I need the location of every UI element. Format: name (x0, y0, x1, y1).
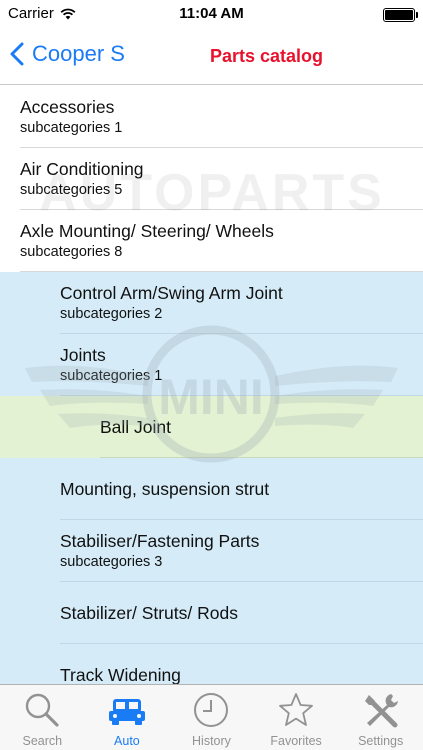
tab-search[interactable]: Search (0, 685, 85, 750)
tools-icon (364, 694, 398, 728)
clock-icon (194, 693, 229, 727)
status-bar: Carrier 11:04 AM (0, 0, 423, 28)
list-item-title: Stabilizer/ Struts/ Rods (60, 603, 238, 623)
tab-settings[interactable]: Settings (338, 685, 423, 750)
list-item[interactable]: Ball Joint (0, 396, 423, 458)
tab-auto-label: Auto (114, 734, 140, 748)
tab-favorites-label: Favorites (270, 734, 322, 748)
list-item-title: Control Arm/Swing Arm Joint (60, 283, 283, 303)
list-item[interactable]: Stabilizer/ Struts/ Rods (0, 582, 423, 644)
tab-history[interactable]: History (169, 685, 254, 750)
list-item-subtitle: subcategories 3 (60, 554, 163, 570)
tab-bar: Search Auto History Favorites Settings (0, 684, 423, 750)
list-item-title: Air Conditioning (20, 159, 144, 179)
category-list[interactable]: Accessories subcategories 1 Air Conditioni… (0, 86, 423, 684)
list-item-subtitle: subcategories 1 (60, 368, 163, 384)
chevron-left-icon (10, 42, 24, 66)
navigation-bar: Cooper S Parts catalog (0, 28, 423, 85)
list-item-subtitle: subcategories 8 (20, 244, 123, 260)
back-button[interactable]: Cooper S (10, 41, 125, 67)
magnifier-icon (26, 693, 59, 727)
list-item-subtitle: subcategories 5 (20, 182, 123, 198)
star-icon (279, 693, 313, 726)
car-icon (108, 699, 145, 725)
page-title: Parts catalog (210, 46, 324, 66)
list-item[interactable]: Accessories subcategories 1 (0, 86, 423, 148)
list-item[interactable]: Joints subcategories 1 (0, 334, 423, 396)
list-item-title: Accessories (20, 97, 115, 117)
list-item-title: Ball Joint (100, 417, 172, 437)
battery-tip (416, 12, 418, 18)
list-item[interactable]: Air Conditioning subcategories 5 (0, 148, 423, 210)
tab-history-label: History (192, 734, 231, 748)
list-item-title: Track Widening (60, 665, 181, 684)
back-button-label: Cooper S (32, 41, 125, 66)
list-item-title: Axle Mounting/ Steering/ Wheels (20, 221, 274, 241)
list-item-title: Stabiliser/Fastening Parts (60, 531, 260, 551)
list-item[interactable]: Stabiliser/Fastening Parts subcategories … (0, 520, 423, 582)
battery-fill (385, 10, 413, 20)
list-item[interactable]: Track Widening (0, 644, 423, 684)
battery-icon (383, 8, 418, 22)
status-time: 11:04 AM (179, 5, 244, 22)
tab-search-label: Search (22, 734, 63, 748)
tab-auto[interactable]: Auto (85, 685, 170, 750)
list-item[interactable]: Axle Mounting/ Steering/ Wheels subcatego… (0, 210, 423, 272)
list-item-subtitle: subcategories 2 (60, 306, 163, 322)
list-item-subtitle: subcategories 1 (20, 120, 123, 136)
tab-settings-label: Settings (358, 734, 404, 748)
tab-favorites[interactable]: Favorites (254, 685, 339, 750)
list-item[interactable]: Control Arm/Swing Arm Joint subcategories… (0, 272, 423, 334)
list-item-title: Mounting, suspension strut (60, 479, 270, 499)
list-item[interactable]: Mounting, suspension strut (0, 458, 423, 520)
list-item-title: Joints (60, 345, 106, 365)
